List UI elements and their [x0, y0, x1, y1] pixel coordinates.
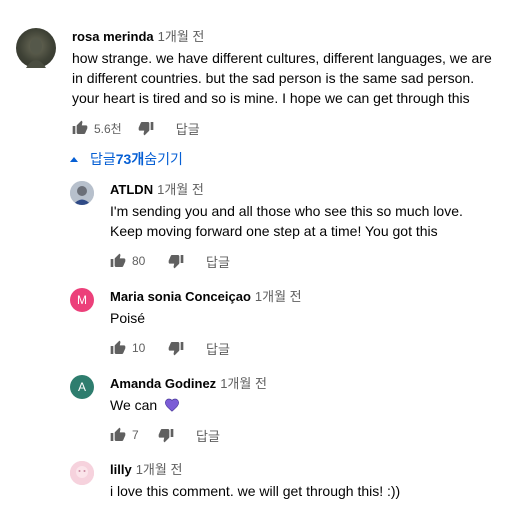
author-name[interactable]: rosa merinda	[72, 29, 154, 44]
comment-actions: 7 답글	[102, 419, 490, 451]
comment-text-content: We can	[110, 397, 158, 413]
avatar[interactable]: M	[70, 288, 94, 312]
dislike-button[interactable]	[150, 419, 182, 451]
comment-text: how strange. we have different cultures,…	[72, 50, 492, 106]
reply-item: ATLDN 1개월 전 I'm sending you and all those…	[70, 181, 490, 277]
comment-header: lilly 1개월 전	[110, 461, 490, 479]
thumbs-up-icon	[72, 120, 88, 134]
like-button[interactable]	[102, 419, 134, 451]
comment-text: I'm sending you and all those who see th…	[110, 203, 463, 239]
comment-actions: 5.6천 답글	[64, 112, 496, 144]
reply-item: M Maria sonia Conceiçao 1개월 전 Poisé 10 답글	[70, 288, 490, 364]
profile-photo-icon	[26, 38, 46, 68]
avatar[interactable]: A	[70, 375, 94, 399]
comment-text: i love this comment. we will get through…	[110, 483, 401, 499]
comment-header: Amanda Godinez 1개월 전	[110, 375, 490, 393]
author-name[interactable]: lilly	[110, 462, 132, 477]
hide-replies-toggle[interactable]: 답글 73개 숨기기	[64, 148, 183, 170]
comment-thread-main: rosa merinda 1개월 전 how strange. we have d…	[16, 28, 496, 144]
author-name[interactable]: ATLDN	[110, 182, 153, 197]
like-count: 10	[132, 341, 146, 355]
comment-actions: 80 답글	[102, 245, 490, 277]
thumbs-up-icon	[110, 427, 126, 441]
like-count: 7	[132, 428, 139, 442]
author-name[interactable]: Maria sonia Conceiçao	[110, 289, 251, 304]
comment-text: We can	[110, 395, 490, 415]
toggle-prefix: 답글	[90, 151, 116, 167]
toggle-suffix: 숨기기	[144, 151, 183, 167]
comment-header: Maria sonia Conceiçao 1개월 전	[110, 288, 490, 306]
thumbs-up-icon	[110, 340, 126, 354]
author-name[interactable]: Amanda Godinez	[110, 376, 216, 391]
dislike-button[interactable]	[160, 332, 192, 364]
like-button[interactable]	[102, 245, 134, 277]
reply-item: A Amanda Godinez 1개월 전 We can 7 답글	[70, 375, 490, 451]
comment-actions: 10 답글	[102, 332, 490, 364]
thumbs-up-icon	[110, 253, 126, 267]
chevron-up-icon	[70, 156, 78, 162]
comment-header: ATLDN 1개월 전	[110, 181, 490, 199]
reply-button[interactable]: 답글	[176, 119, 200, 138]
reply-button[interactable]: 답글	[196, 426, 220, 445]
avatar[interactable]	[70, 181, 94, 205]
profile-photo-icon	[70, 181, 94, 205]
thumbs-down-icon	[158, 429, 174, 443]
comment-time[interactable]: 1개월 전	[157, 182, 204, 197]
like-button[interactable]	[64, 112, 96, 144]
like-count: 80	[132, 254, 146, 268]
dislike-button[interactable]	[130, 112, 162, 144]
comment-time[interactable]: 1개월 전	[158, 29, 205, 44]
comment-time[interactable]: 1개월 전	[220, 376, 267, 391]
comment-time[interactable]: 1개월 전	[136, 462, 183, 477]
avatar[interactable]	[70, 461, 94, 485]
reply-button[interactable]: 답글	[206, 252, 230, 271]
profile-photo-icon	[70, 461, 94, 485]
comment-header: rosa merinda 1개월 전	[72, 28, 496, 46]
purple-heart-icon	[165, 398, 180, 412]
reply-item: lilly 1개월 전 i love this comment. we will …	[70, 461, 490, 501]
comment-text: Poisé	[110, 310, 146, 326]
reply-count: 73개	[115, 151, 145, 167]
dislike-button[interactable]	[160, 245, 192, 277]
thumbs-down-icon	[138, 122, 154, 136]
thumbs-down-icon	[168, 255, 184, 269]
like-count: 5.6천	[94, 121, 122, 136]
avatar[interactable]	[16, 28, 56, 68]
reply-button[interactable]: 답글	[206, 339, 230, 358]
thumbs-down-icon	[168, 342, 184, 356]
comment-time[interactable]: 1개월 전	[255, 289, 302, 304]
like-button[interactable]	[102, 332, 134, 364]
